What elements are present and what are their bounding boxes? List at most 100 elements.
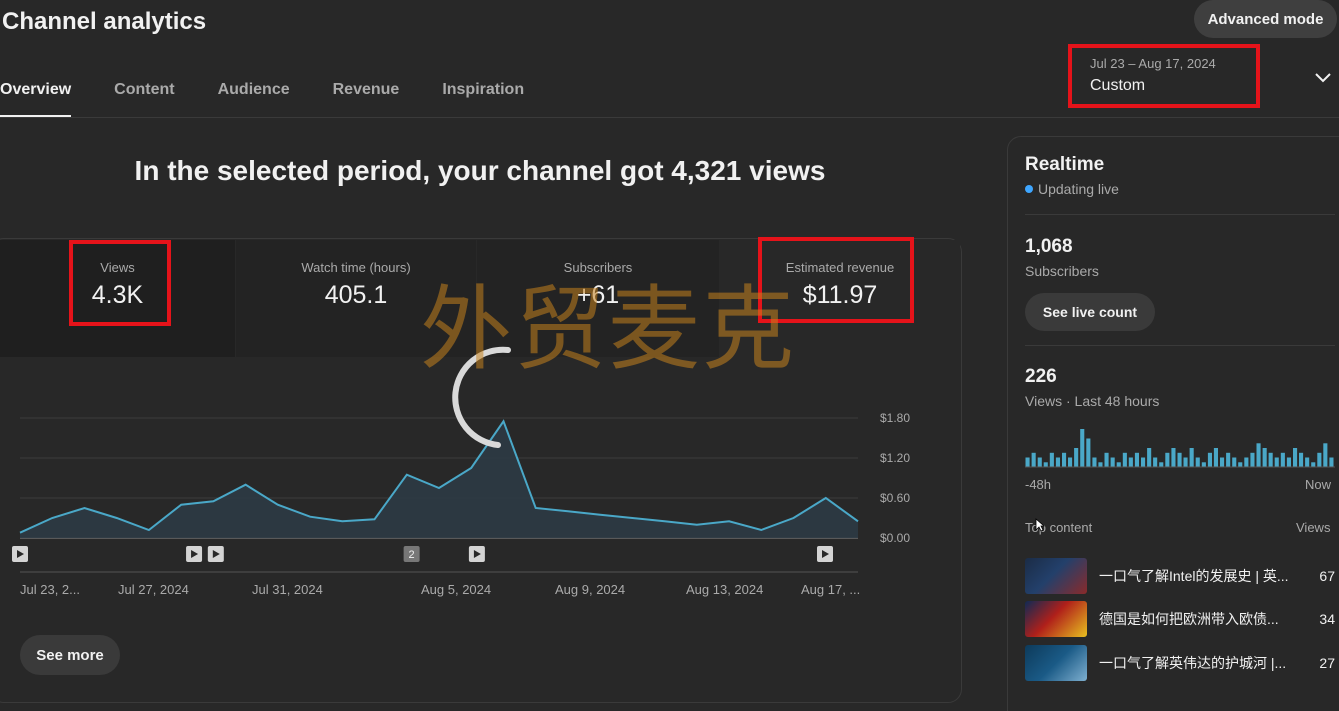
realtime-bar <box>1086 438 1091 467</box>
date-range-label: Custom <box>1090 77 1146 94</box>
video-marker-icon <box>12 546 28 562</box>
realtime-status: Updating live <box>1025 181 1119 197</box>
realtime-bar <box>1098 462 1103 468</box>
video-views: 27 <box>1319 655 1335 671</box>
realtime-bar <box>1080 429 1085 467</box>
revenue-area <box>20 421 858 538</box>
realtime-axis-end: Now <box>1305 477 1332 492</box>
top-content-item[interactable]: 一口气了解英伟达的护城河 |... 27 <box>1025 645 1335 681</box>
video-marker-icon <box>817 546 833 562</box>
x-tick-label: Jul 27, 2024 <box>118 582 189 597</box>
realtime-axis-start: -48h <box>1025 477 1052 492</box>
realtime-bar <box>1025 457 1030 467</box>
realtime-bar <box>1250 452 1255 468</box>
x-tick-label: Jul 31, 2024 <box>252 582 323 597</box>
realtime-bar <box>1213 448 1218 467</box>
realtime-bar <box>1055 457 1060 467</box>
mouse-cursor-icon <box>1035 518 1045 532</box>
tab-audience[interactable]: Audience <box>218 70 290 118</box>
tab-revenue[interactable]: Revenue <box>333 70 400 118</box>
video-marker-icon <box>186 546 203 562</box>
see-more-button[interactable]: See more <box>20 635 120 675</box>
x-tick-label: Aug 5, 2024 <box>421 582 491 597</box>
realtime-bar <box>1323 443 1328 468</box>
realtime-bar <box>1110 457 1115 467</box>
realtime-bar <box>1043 462 1048 468</box>
realtime-bar <box>1134 452 1139 468</box>
period-headline: In the selected period, your channel got… <box>134 155 826 186</box>
tab-content[interactable]: Content <box>114 70 174 118</box>
realtime-bar <box>1147 448 1152 467</box>
advanced-mode-button[interactable]: Advanced mode <box>1194 0 1337 38</box>
realtime-bar <box>1317 452 1322 468</box>
realtime-bar <box>1104 452 1109 468</box>
video-title[interactable]: 德国是如何把欧洲带入欧债... <box>1099 609 1295 629</box>
realtime-bar <box>1305 457 1310 467</box>
highlight-box-views <box>69 240 171 326</box>
video-marker-icon <box>468 546 485 562</box>
video-thumbnail[interactable] <box>1025 645 1087 681</box>
realtime-bar <box>1165 452 1170 468</box>
realtime-bar <box>1159 462 1164 468</box>
realtime-bar <box>1256 443 1261 468</box>
realtime-bar <box>1177 452 1182 468</box>
subscriber-count: 1,068 <box>1025 236 1073 257</box>
realtime-views-count: 226 <box>1025 366 1057 387</box>
see-live-count-button[interactable]: See live count <box>1025 293 1155 331</box>
realtime-bar <box>1031 452 1036 468</box>
top-content-item[interactable]: 德国是如何把欧洲带入欧债... 34 <box>1025 601 1335 637</box>
realtime-bar <box>1220 457 1225 467</box>
chevron-down-icon[interactable] <box>1313 68 1333 88</box>
realtime-bar <box>1232 457 1237 467</box>
date-range-text: Jul 23 – Aug 17, 2024 <box>1090 56 1216 71</box>
realtime-bar <box>1128 457 1133 467</box>
realtime-bar <box>1037 457 1042 467</box>
realtime-bar <box>1116 462 1121 468</box>
realtime-bar <box>1268 452 1273 468</box>
video-title[interactable]: 一口气了解英伟达的护城河 |... <box>1099 653 1295 673</box>
y-tick-label: $0.60 <box>880 491 910 505</box>
realtime-bar <box>1141 457 1146 467</box>
realtime-bar <box>1049 452 1054 468</box>
realtime-bar <box>1244 457 1249 467</box>
video-thumbnail[interactable] <box>1025 558 1087 594</box>
tab-bar: Overview Content Audience Revenue Inspir… <box>0 70 567 118</box>
realtime-bar <box>1286 457 1291 467</box>
y-tick-label: $0.00 <box>880 531 910 545</box>
realtime-bar <box>1311 462 1316 468</box>
realtime-bar-chart <box>1025 429 1335 468</box>
x-tick-label: Aug 13, 2024 <box>686 582 763 597</box>
realtime-bar <box>1226 452 1231 468</box>
date-range-selector[interactable]: Jul 23 – Aug 17, 2024 Custom <box>1068 44 1260 108</box>
realtime-bar <box>1189 448 1194 467</box>
video-title[interactable]: 一口气了解Intel的发展史 | 英... <box>1099 566 1295 586</box>
tab-inspiration[interactable]: Inspiration <box>442 70 524 118</box>
watermark-text: 外贸麦克 <box>420 276 797 383</box>
realtime-bar <box>1195 457 1200 467</box>
realtime-bar <box>1280 452 1285 468</box>
realtime-bar <box>1074 448 1079 467</box>
realtime-views-label: Views · Last 48 hours <box>1025 393 1160 409</box>
realtime-bar <box>1201 462 1206 468</box>
y-tick-label: $1.80 <box>880 411 910 425</box>
page-title: Channel analytics <box>2 8 207 35</box>
video-count-marker: 2 <box>403 546 420 562</box>
video-views: 67 <box>1319 568 1335 584</box>
tab-overview[interactable]: Overview <box>0 70 72 118</box>
realtime-bar <box>1293 448 1298 467</box>
realtime-bar <box>1299 452 1304 468</box>
x-tick-label: Aug 9, 2024 <box>555 582 625 597</box>
realtime-bar <box>1153 457 1158 467</box>
video-thumbnail[interactable] <box>1025 601 1087 637</box>
realtime-bar <box>1122 452 1127 468</box>
video-views: 34 <box>1319 611 1335 627</box>
realtime-bar <box>1062 452 1067 468</box>
divider <box>1025 214 1335 215</box>
top-content-item[interactable]: 一口气了解Intel的发展史 | 英... 67 <box>1025 558 1335 594</box>
realtime-bar <box>1262 448 1267 467</box>
subscriber-label: Subscribers <box>1025 263 1099 279</box>
realtime-bar <box>1068 457 1073 467</box>
divider <box>1025 345 1335 346</box>
x-tick-label: Aug 17, ... <box>801 582 860 597</box>
svg-text:2: 2 <box>409 549 415 561</box>
